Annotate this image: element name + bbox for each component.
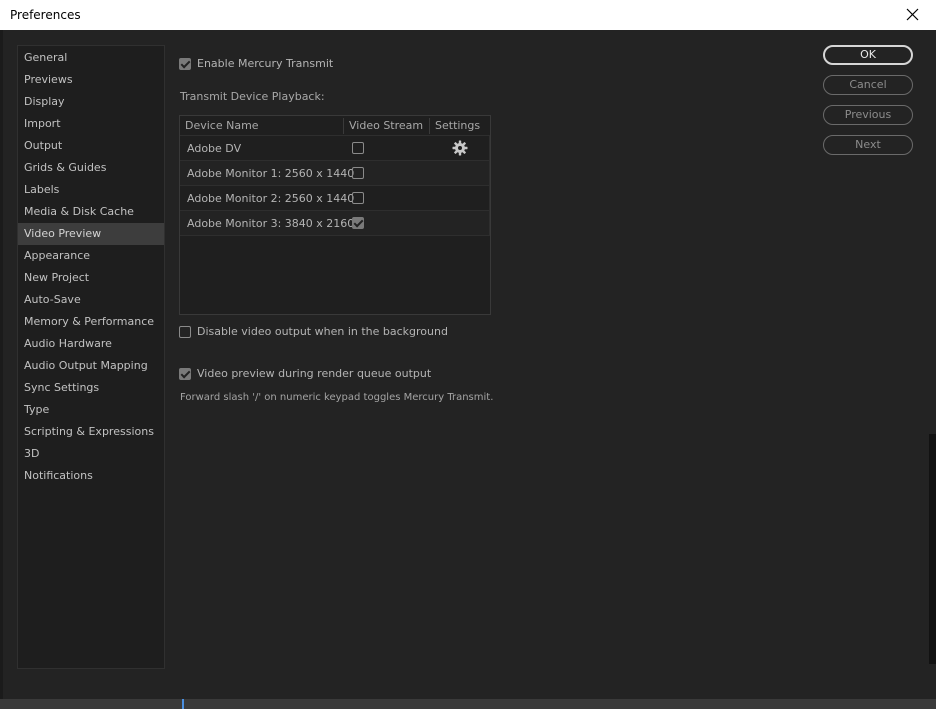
disable-background-label: Disable video output when in the backgro… [197,325,448,338]
close-button[interactable] [890,0,936,30]
sidebar-item-media-disk-cache[interactable]: Media & Disk Cache [18,201,164,223]
sidebar-item-display[interactable]: Display [18,91,164,113]
row-divider [489,186,490,210]
table-row[interactable]: Adobe Monitor 3: 3840 x 2160 [180,210,490,236]
sidebar-item-new-project[interactable]: New Project [18,267,164,289]
enable-mercury-checkbox[interactable] [179,58,191,70]
sidebar-item-auto-save[interactable]: Auto-Save [18,289,164,311]
sidebar-item-import[interactable]: Import [18,113,164,135]
device-name: Adobe Monitor 1: 2560 x 1440 [187,167,355,180]
background-window-edge [929,434,936,664]
row-divider [489,161,490,185]
sidebar-item-output[interactable]: Output [18,135,164,157]
left-edge [0,30,3,699]
render-queue-preview-checkbox[interactable] [179,368,191,380]
column-header-video-stream: Video Stream [349,119,424,132]
sidebar-item-previews[interactable]: Previews [18,69,164,91]
keypad-hint: Forward slash '/' on numeric keypad togg… [180,392,494,403]
sidebar-item-grids-guides[interactable]: Grids & Guides [18,157,164,179]
enable-mercury-label: Enable Mercury Transmit [197,57,334,70]
device-name: Adobe DV [187,142,242,155]
bottom-edge [0,699,936,709]
sidebar-item-audio-output-mapping[interactable]: Audio Output Mapping [18,355,164,377]
column-header-device-name: Device Name [185,119,259,132]
device-table: Device Name Video Stream Settings Adobe … [179,115,491,315]
column-separator [343,118,344,134]
close-icon [906,8,919,21]
bottom-accent [182,699,184,709]
previous-button[interactable]: Previous [823,105,913,125]
preferences-category-list[interactable]: General Previews Display Import Output G… [17,45,165,669]
sidebar-item-notifications[interactable]: Notifications [18,465,164,487]
video-stream-checkbox[interactable] [352,167,364,179]
row-divider [489,211,490,235]
sidebar-item-appearance[interactable]: Appearance [18,245,164,267]
table-row[interactable]: Adobe DV [180,135,490,160]
video-stream-checkbox[interactable] [352,142,364,154]
render-queue-preview-label: Video preview during render queue output [197,367,432,380]
disable-background-checkbox[interactable] [179,326,191,338]
row-divider [489,136,490,160]
ok-button[interactable]: OK [823,45,913,65]
cancel-button[interactable]: Cancel [823,75,913,95]
video-stream-checkbox[interactable] [352,217,364,229]
sidebar-item-3d[interactable]: 3D [18,443,164,465]
video-stream-checkbox[interactable] [352,192,364,204]
title-bar: Preferences [0,0,936,30]
table-row[interactable]: Adobe Monitor 1: 2560 x 1440 [180,160,490,185]
sidebar-item-scripting-expressions[interactable]: Scripting & Expressions [18,421,164,443]
sidebar-item-labels[interactable]: Labels [18,179,164,201]
device-name: Adobe Monitor 2: 2560 x 1440 [187,192,355,205]
window-title: Preferences [10,8,81,22]
sidebar-item-memory-performance[interactable]: Memory & Performance [18,311,164,333]
transmit-heading: Transmit Device Playback: [180,90,325,103]
next-button[interactable]: Next [823,135,913,155]
sidebar-item-sync-settings[interactable]: Sync Settings [18,377,164,399]
column-separator [429,118,430,134]
gear-icon[interactable] [452,140,468,156]
sidebar-item-general[interactable]: General [18,47,164,69]
preferences-window: Preferences General Previews Display Imp… [0,0,936,709]
sidebar-item-audio-hardware[interactable]: Audio Hardware [18,333,164,355]
sidebar-item-type[interactable]: Type [18,399,164,421]
column-header-settings: Settings [435,119,481,132]
device-name: Adobe Monitor 3: 3840 x 2160 [187,217,355,230]
sidebar-item-video-preview[interactable]: Video Preview [18,223,164,245]
table-row[interactable]: Adobe Monitor 2: 2560 x 1440 [180,185,490,210]
